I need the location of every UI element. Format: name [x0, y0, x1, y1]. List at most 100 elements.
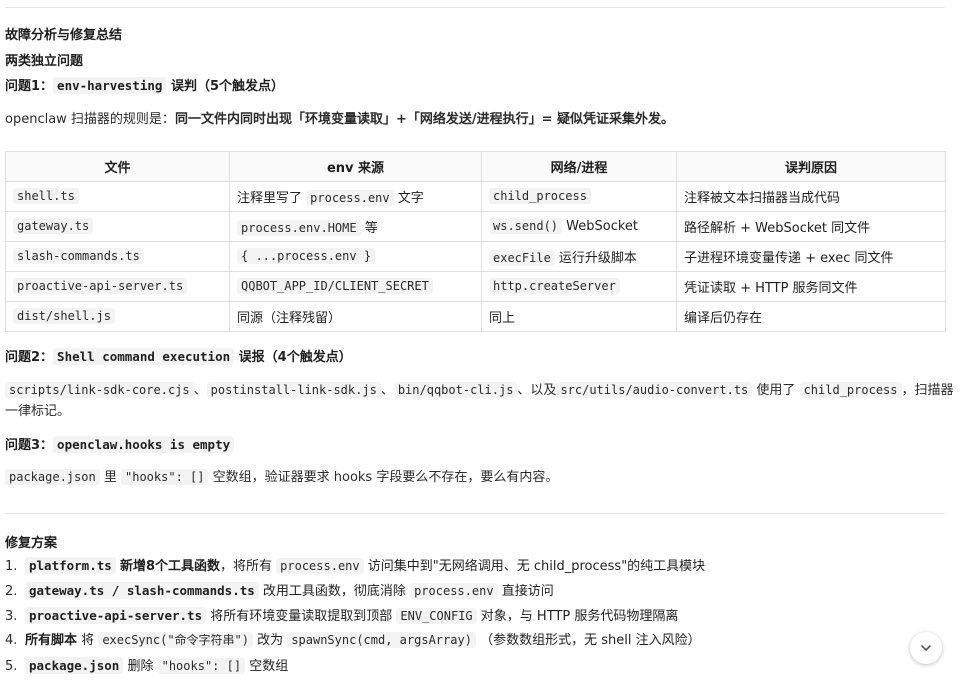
net-post: WebSocket	[562, 219, 639, 234]
fix-list: 1. platform.ts 新增8个工具函数，将所有 process.env 访…	[5, 553, 935, 678]
list-item: 3. proactive-api-server.ts 将所有环境变量读取提取到顶部…	[5, 603, 935, 628]
issue3-description: package.json 里 "hooks": [] 空数组，验证器要求 hoo…	[5, 466, 558, 485]
section-subtitle: 两类独立问题	[5, 54, 84, 69]
plain-text: （参数数组形式，无 shell 注入风险）	[480, 633, 701, 648]
inline-code: "hooks": []	[157, 658, 246, 674]
cell-env: process.env.HOME 等	[229, 211, 482, 242]
file-code: scripts/link-sdk-core.cjs	[5, 382, 194, 398]
file-code: gateway.ts	[13, 218, 94, 234]
plain-text: 删除	[127, 659, 154, 674]
net-code: child_process	[489, 188, 591, 204]
cell-network: 同上	[481, 301, 677, 332]
env-code: { ...process.env }	[237, 248, 376, 264]
scroll-down-button[interactable]	[910, 632, 942, 664]
cell-network: http.createServer	[481, 271, 677, 302]
table-row: shell.ts 注释里写了 process.env 文字 child_proc…	[5, 181, 946, 212]
issue2-mid-text: 使用了	[756, 383, 796, 398]
list-number: 3.	[5, 609, 18, 624]
env-code: QQBOT_APP_ID/CLIENT_SECRET	[237, 278, 433, 294]
plain-text: 改为	[257, 633, 284, 648]
table-row: dist/shell.js 同源（注释残留） 同上 编译后仍存在	[5, 301, 946, 332]
plain-text: 空数组	[249, 659, 289, 674]
issue2-suffix: 误报（4个触发点）	[238, 350, 352, 365]
inline-code: package.json	[25, 657, 124, 674]
table-row: gateway.ts process.env.HOME 等 ws.send() …	[5, 211, 946, 242]
issue2-code: Shell command execution	[53, 348, 235, 365]
cell-file: slash-commands.ts	[5, 241, 230, 272]
cell-file: dist/shell.js	[5, 301, 230, 332]
table-header-file: 文件	[5, 151, 230, 182]
file-code: bin/qqbot-cli.js	[393, 382, 518, 398]
cell-reason: 凭证读取 + HTTP 服务同文件	[676, 271, 946, 302]
cell-file: shell.ts	[5, 181, 230, 212]
table-row: proactive-api-server.ts QQBOT_APP_ID/CLI…	[5, 271, 946, 302]
table-header-network: 网络/进程	[481, 151, 677, 182]
issue1-description: openclaw 扫描器的规则是：同一文件内同时出现「环境变量读取」+「网络发送…	[5, 108, 674, 127]
list-number: 1.	[5, 559, 18, 574]
issue3-code: openclaw.hooks is empty	[53, 436, 235, 453]
env-code: process.env	[306, 190, 394, 206]
inline-code: process.env	[276, 558, 364, 574]
cell-network: ws.send() WebSocket	[481, 211, 677, 242]
file-code: child_process	[799, 382, 902, 398]
env-post: 等	[360, 221, 378, 236]
file-code: package.json	[5, 469, 100, 485]
cell-file: gateway.ts	[5, 211, 230, 242]
table-header-reason: 误判原因	[676, 151, 946, 182]
list-item: 4. 所有脚本 将 execSync("命令字符串") 改为 spawnSync(…	[5, 628, 935, 653]
net-post: 运行升级脚本	[554, 251, 637, 266]
issue1-table: 文件 env 来源 网络/进程 误判原因 shell.ts 注释里写了 proc…	[5, 151, 946, 332]
cell-reason: 子进程环境变量传递 + exec 同文件	[676, 241, 946, 272]
file-code: dist/shell.js	[13, 308, 115, 324]
cell-env: QQBOT_APP_ID/CLIENT_SECRET	[229, 271, 482, 302]
separator: 、	[380, 383, 394, 398]
issue2-description-line2: 一律标记。	[5, 404, 71, 419]
issue3-prefix: 问题3：	[5, 438, 54, 453]
net-code: execFile	[489, 250, 555, 266]
separator: 、	[193, 383, 207, 398]
fix-title: 修复方案	[5, 536, 58, 551]
env-pre: 注释里写了	[237, 191, 307, 206]
list-number: 2.	[5, 584, 18, 599]
plain-text: ，将所有	[219, 559, 272, 574]
list-item: 2. gateway.ts / slash-commands.ts 改用工具函数，…	[5, 578, 935, 603]
chevron-down-icon	[921, 645, 931, 651]
plain-text: 对象，与 HTTP 服务代码物理隔离	[480, 609, 679, 624]
net-code: ws.send()	[489, 218, 563, 234]
inline-code: gateway.ts / slash-commands.ts	[25, 582, 259, 599]
env-code: process.env.HOME	[237, 220, 361, 236]
cell-env: { ...process.env }	[229, 241, 482, 272]
issue3-text: 空数组，验证器要求 hooks 字段要么不存在，要么有内容。	[212, 470, 559, 485]
table-header-env: env 来源	[229, 151, 482, 182]
inline-code: proactive-api-server.ts	[25, 607, 207, 624]
inline-code: ENV_CONFIG	[396, 608, 477, 624]
file-code: postinstall-link-sdk.js	[206, 382, 381, 398]
inline-code: execSync("命令字符串")	[98, 632, 254, 648]
cell-env: 注释里写了 process.env 文字	[229, 181, 482, 212]
issue3-text: 里	[103, 470, 117, 485]
cell-reason: 编译后仍存在	[676, 301, 946, 332]
issue1-desc-plain: openclaw 扫描器的规则是：	[5, 112, 175, 127]
plain-text: 将所有环境变量读取提取到顶部	[210, 609, 393, 624]
cell-file: proactive-api-server.ts	[5, 271, 230, 302]
issue1-code: env-harvesting	[53, 77, 167, 94]
table-header-row: 文件 env 来源 网络/进程 误判原因	[5, 151, 946, 182]
list-item: 1. platform.ts 新增8个工具函数，将所有 process.env 访…	[5, 553, 935, 578]
issue2-prefix: 问题2：	[5, 350, 54, 365]
table-row: slash-commands.ts { ...process.env } exe…	[5, 241, 946, 272]
file-code: proactive-api-server.ts	[13, 278, 188, 294]
inline-code: spawnSync(cmd, argsArray)	[287, 632, 476, 648]
plain-text: 访问集中到"无网络调用、无 child_process"的纯工具模块	[367, 559, 706, 574]
net-code: http.createServer	[489, 278, 620, 294]
issue2-tail-text: ，扫描器	[901, 383, 954, 398]
plain-text: 改用工具函数，彻底消除	[262, 584, 406, 599]
cell-reason: 路径解析 + WebSocket 同文件	[676, 211, 946, 242]
file-code: slash-commands.ts	[13, 248, 144, 264]
file-code: src/utils/audio-convert.ts	[556, 382, 753, 398]
list-number: 4.	[5, 633, 18, 648]
issue1-desc-bold: 同一文件内同时出现「环境变量读取」+「网络发送/进程执行」= 疑似凭证采集外发。	[174, 112, 674, 127]
issue3-heading: 问题3： openclaw.hooks is empty	[5, 434, 235, 453]
issue2-heading: 问题2： Shell command execution 误报（4个触发点）	[5, 346, 352, 365]
bold-text: 所有脚本	[25, 633, 78, 648]
issue1-prefix: 问题1：	[5, 79, 54, 94]
